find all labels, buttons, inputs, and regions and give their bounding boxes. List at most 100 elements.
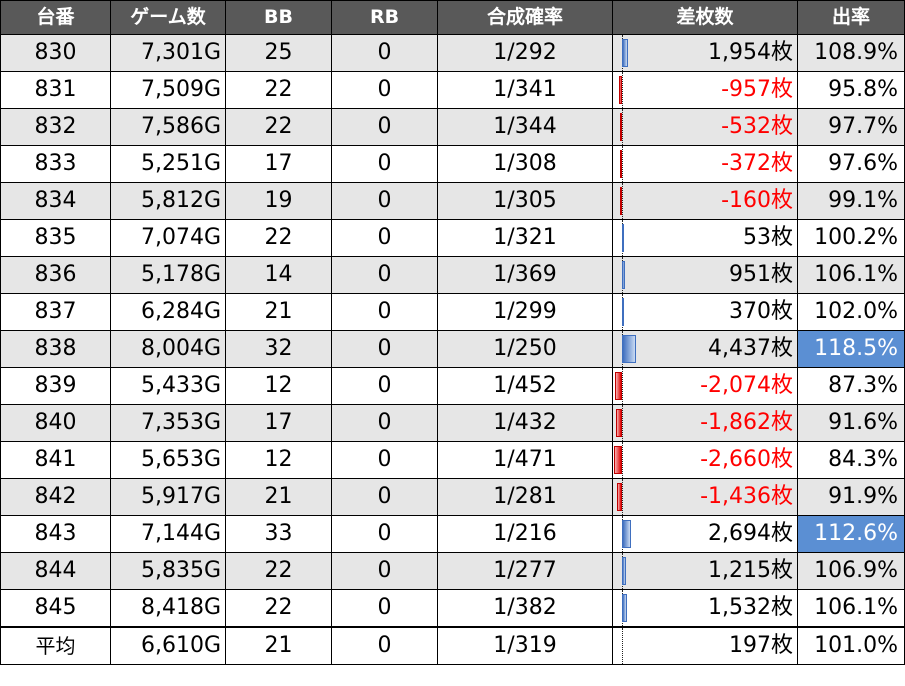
- diff-bar-cell: [612, 552, 665, 590]
- diff-bar-negative: [617, 483, 622, 511]
- header-games: ゲーム数: [110, 0, 226, 35]
- machine-no: 843: [0, 515, 111, 553]
- diff-bar-axis: [622, 368, 623, 404]
- bb-count: 32: [225, 330, 332, 368]
- bb-count: 21: [225, 626, 332, 665]
- diff-bar-cell: [612, 404, 665, 442]
- bb-count: 22: [225, 71, 332, 109]
- game-count: 8,004G: [110, 330, 226, 368]
- diff-bar-cell: [612, 626, 665, 665]
- average-row: 平均 6,610G 21 0 1/319 197枚 101.0%: [0, 626, 905, 665]
- diff-bar-axis: [622, 183, 623, 219]
- diff-value: -2,660枚: [664, 441, 799, 479]
- diff-bar-axis: [622, 72, 623, 108]
- diff-bar-cell: [612, 71, 665, 109]
- combined-rate: 1/369: [437, 256, 613, 294]
- diff-bar-negative: [620, 150, 622, 178]
- table-row: 838 8,004G 32 0 1/250 4,437枚 118.5%: [0, 330, 905, 368]
- combined-rate: 1/305: [437, 182, 613, 220]
- diff-bar-axis: [622, 405, 623, 441]
- table-row: 840 7,353G 17 0 1/432 -1,862枚 91.6%: [0, 404, 905, 442]
- combined-rate: 1/277: [437, 552, 613, 590]
- diff-bar-cell: [612, 330, 665, 368]
- diff-bar-positive: [622, 298, 624, 326]
- bb-count: 22: [225, 552, 332, 590]
- combined-rate: 1/432: [437, 404, 613, 442]
- bb-count: 19: [225, 182, 332, 220]
- rb-count: 0: [331, 478, 438, 516]
- diff-bar-cell: [612, 219, 665, 257]
- bb-count: 22: [225, 589, 332, 628]
- bb-count: 21: [225, 293, 332, 331]
- game-count: 7,586G: [110, 108, 226, 146]
- combined-rate: 1/292: [437, 34, 613, 72]
- machine-no: 844: [0, 552, 111, 590]
- diff-value: 197枚: [664, 626, 799, 665]
- header-machine-no: 台番: [0, 0, 111, 35]
- combined-rate: 1/319: [437, 626, 613, 665]
- average-label: 平均: [0, 626, 111, 665]
- machine-no: 835: [0, 219, 111, 257]
- rb-count: 0: [331, 441, 438, 479]
- header-combined-rate: 合成確率: [437, 0, 613, 35]
- payout-rate: 106.1%: [797, 256, 905, 294]
- diff-bar-cell: [612, 256, 665, 294]
- machine-no: 845: [0, 589, 111, 628]
- diff-bar-positive: [622, 557, 626, 585]
- rb-count: 0: [331, 293, 438, 331]
- diff-bar-cell: [612, 34, 665, 72]
- game-count: 7,074G: [110, 219, 226, 257]
- bb-count: 25: [225, 34, 332, 72]
- rb-count: 0: [331, 589, 438, 628]
- diff-value: 53枚: [664, 219, 799, 257]
- table-row: 839 5,433G 12 0 1/452 -2,074枚 87.3%: [0, 367, 905, 405]
- diff-bar-axis: [622, 628, 623, 664]
- bb-count: 33: [225, 515, 332, 553]
- diff-value: 2,694枚: [664, 515, 799, 553]
- rb-count: 0: [331, 552, 438, 590]
- table-row: 845 8,418G 22 0 1/382 1,532枚 106.1%: [0, 589, 905, 628]
- bb-count: 22: [225, 219, 332, 257]
- payout-rate: 91.9%: [797, 478, 905, 516]
- machine-no: 833: [0, 145, 111, 183]
- diff-bar-cell: [612, 182, 665, 220]
- game-count: 5,835G: [110, 552, 226, 590]
- game-count: 5,251G: [110, 145, 226, 183]
- table-row: 836 5,178G 14 0 1/369 951枚 106.1%: [0, 256, 905, 294]
- machine-no: 834: [0, 182, 111, 220]
- game-count: 5,812G: [110, 182, 226, 220]
- game-count: 7,301G: [110, 34, 226, 72]
- game-count: 8,418G: [110, 589, 226, 628]
- rb-count: 0: [331, 108, 438, 146]
- diff-bar-positive: [622, 261, 625, 289]
- payout-rate: 102.0%: [797, 293, 905, 331]
- combined-rate: 1/382: [437, 589, 613, 628]
- combined-rate: 1/216: [437, 515, 613, 553]
- rb-count: 0: [331, 71, 438, 109]
- game-count: 6,284G: [110, 293, 226, 331]
- payout-rate: 84.3%: [797, 441, 905, 479]
- rb-count: 0: [331, 404, 438, 442]
- bb-count: 17: [225, 145, 332, 183]
- machine-no: 842: [0, 478, 111, 516]
- machine-no: 841: [0, 441, 111, 479]
- diff-bar-positive: [622, 520, 631, 548]
- combined-rate: 1/471: [437, 441, 613, 479]
- machine-no: 830: [0, 34, 111, 72]
- game-count: 7,509G: [110, 71, 226, 109]
- diff-value: 1,532枚: [664, 589, 799, 628]
- header-diff: 差枚数: [611, 0, 799, 35]
- diff-bar-positive: [622, 594, 627, 622]
- table-row: 832 7,586G 22 0 1/344 -532枚 97.7%: [0, 108, 905, 146]
- game-count: 6,610G: [110, 626, 226, 665]
- combined-rate: 1/341: [437, 71, 613, 109]
- machine-no: 831: [0, 71, 111, 109]
- diff-bar-cell: [612, 293, 665, 331]
- rb-count: 0: [331, 626, 438, 665]
- combined-rate: 1/281: [437, 478, 613, 516]
- diff-value: -532枚: [664, 108, 799, 146]
- bb-count: 22: [225, 108, 332, 146]
- diff-bar-cell: [612, 367, 665, 405]
- header-payout-rate: 出率: [797, 0, 905, 35]
- bb-count: 17: [225, 404, 332, 442]
